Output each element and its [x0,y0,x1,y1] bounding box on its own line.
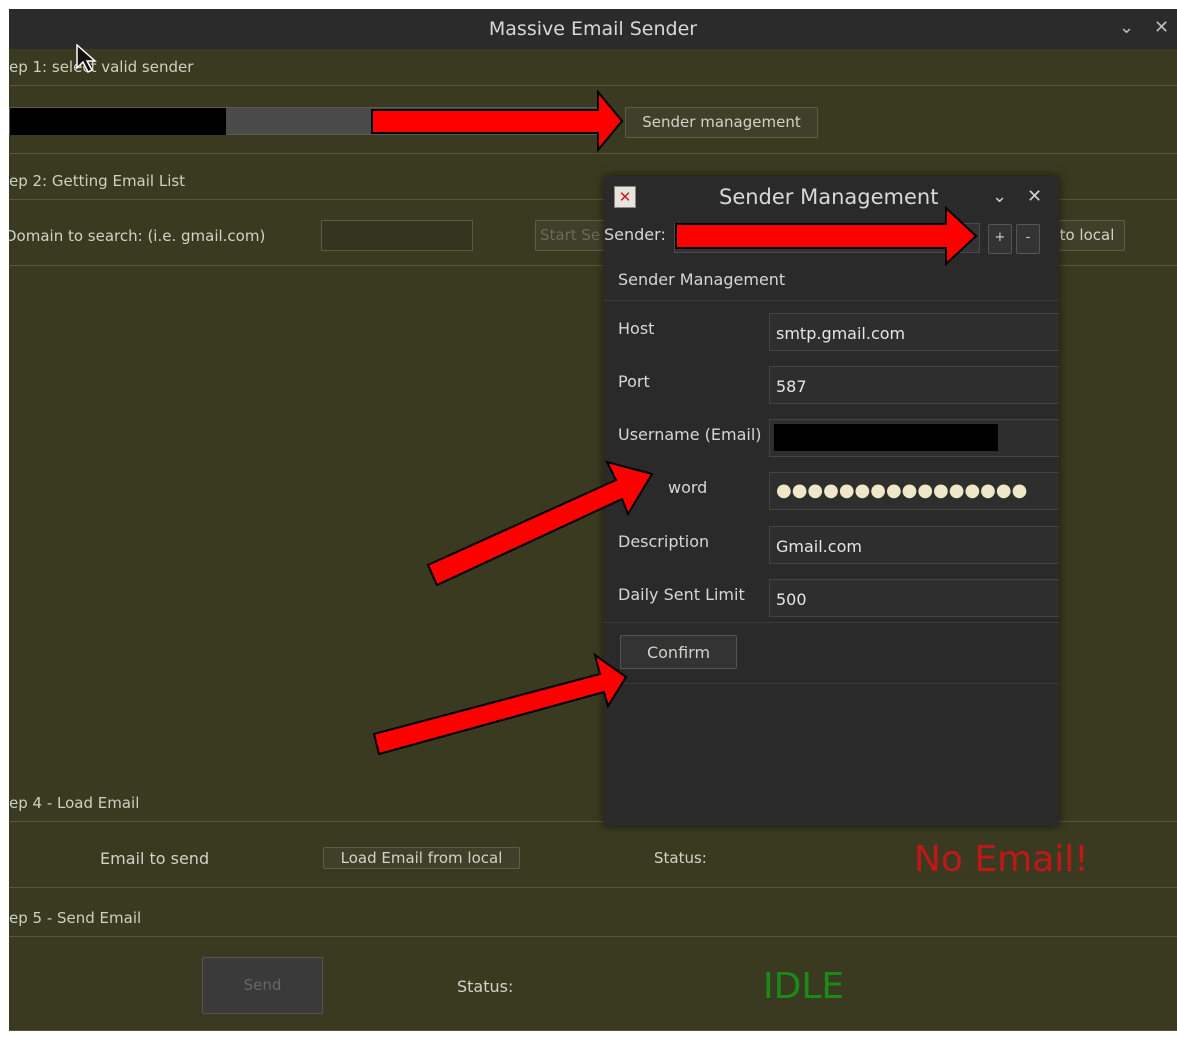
arrow-to-confirm [372,652,628,756]
annotation-arrows [371,89,978,756]
arrow-to-password [426,460,654,587]
arrow-to-add-sender [675,205,978,267]
arrow-to-sender-management [371,89,624,153]
mouse-cursor-icon [76,44,97,74]
